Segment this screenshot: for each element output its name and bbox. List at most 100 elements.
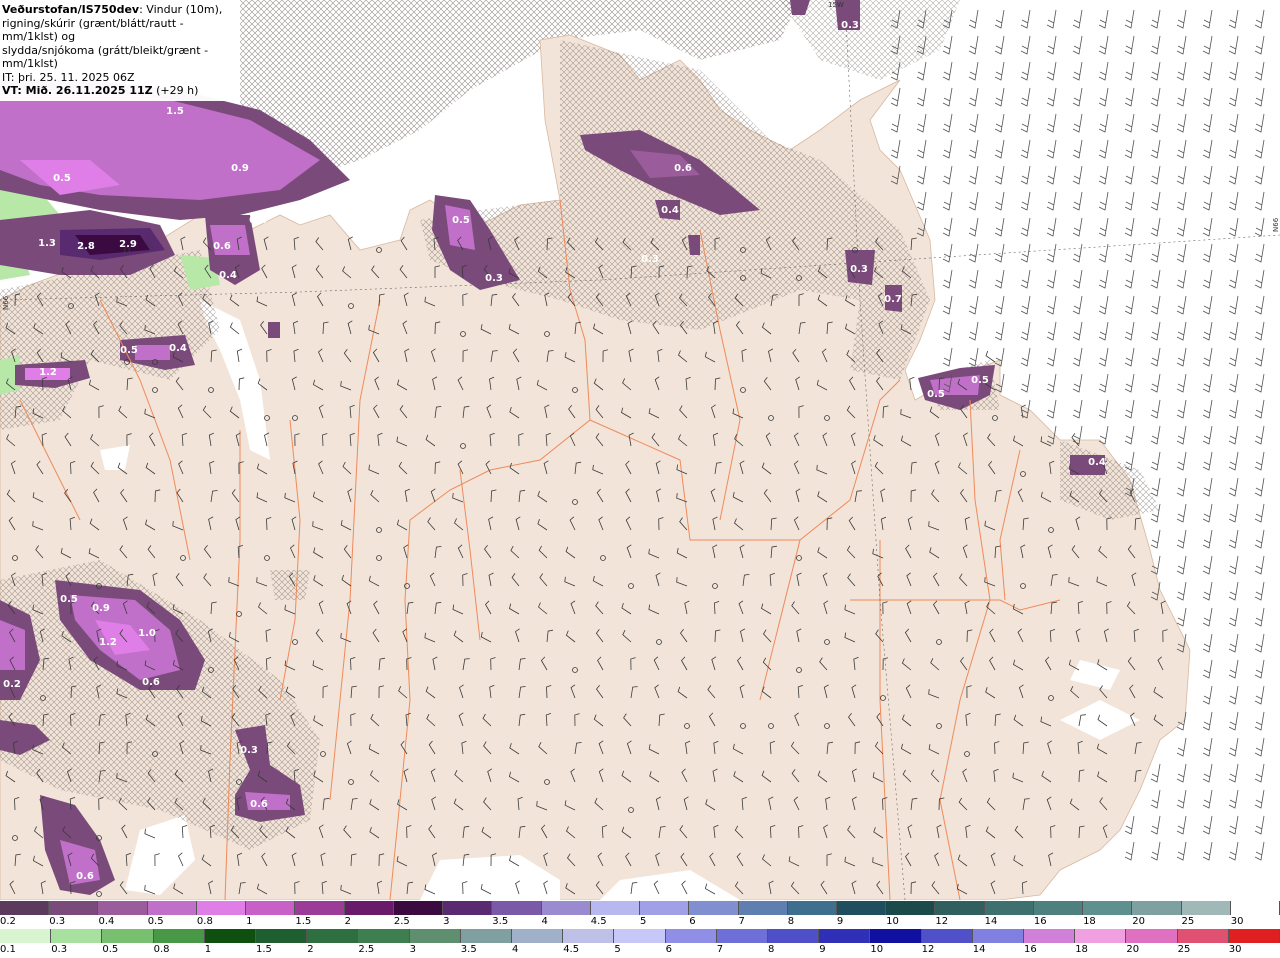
rain-swatch — [358, 929, 410, 943]
precip-value-label: 0.3 — [850, 264, 868, 275]
snow-swatch — [98, 901, 148, 915]
rain-tick: 18 — [1075, 944, 1088, 955]
snow-swatch — [393, 901, 444, 915]
snow-swatch — [295, 901, 345, 915]
rain-tick: 20 — [1126, 944, 1140, 955]
rain-swatch — [102, 929, 154, 943]
snow-tick: 14 — [984, 916, 998, 927]
rain-tick: 12 — [921, 944, 935, 955]
rain-tick: 1 — [204, 944, 212, 955]
precip-value-label: 0.9 — [231, 163, 249, 174]
snow-tick: 1.5 — [295, 916, 312, 927]
rain-tick: 2.5 — [358, 944, 375, 955]
snow-tick: 0.3 — [49, 916, 66, 927]
snow-swatch — [836, 901, 887, 915]
snow-swatch — [1033, 901, 1084, 915]
precip-value-label: 0.5 — [971, 375, 989, 386]
edge-label-left: N66 — [2, 295, 10, 310]
edge-label-top: 15W — [828, 1, 844, 9]
precip-value-label: 0.4 — [219, 270, 237, 281]
rain-swatch — [716, 929, 769, 943]
precip-value-label: 2.8 — [77, 241, 95, 252]
precip-value-label: 0.6 — [142, 677, 160, 688]
rain-tick: 14 — [972, 944, 986, 955]
snow-swatch — [1230, 901, 1280, 915]
precip-value-label: 0.4 — [1088, 457, 1106, 468]
map-header: Veðurstofan/IS750dev: Vindur (10m), rign… — [0, 0, 240, 101]
snow-swatch — [1083, 901, 1133, 915]
rain-swatch — [972, 929, 1025, 943]
rain-legend-bar — [0, 929, 1280, 943]
snow-tick: 9 — [836, 916, 844, 927]
snow-tick: 2.5 — [393, 916, 410, 927]
rain-legend-ticks: 0.1 0.3 0.5 0.8 1 1.5 2 2.5 3 3.5 4 4.5 5 6 7 8 9 10 12 14 1… — [0, 943, 1280, 956]
rain-swatch — [614, 929, 666, 943]
snow-swatch — [590, 901, 641, 915]
header-line3: slydda/snjókoma (grátt/bleikt/grænt - mm… — [2, 43, 209, 71]
precip-value-label: 0.3 — [641, 254, 659, 265]
snow-tick: 0.5 — [147, 916, 164, 927]
precip-value-label: 0.5 — [452, 215, 470, 226]
precip-value-label: 0.3 — [240, 745, 258, 756]
header-init-time: IT: þri. 25. 11. 2025 06Z — [2, 70, 135, 84]
rain-swatch — [0, 929, 52, 943]
rain-swatch — [1075, 929, 1127, 943]
snow-tick: 30 — [1230, 916, 1244, 927]
rain-tick: 0.3 — [51, 944, 68, 955]
rain-tick: 3 — [409, 944, 416, 955]
rain-swatch — [153, 929, 205, 943]
rain-swatch — [460, 929, 513, 943]
rain-tick: 0.8 — [153, 944, 170, 955]
precip-value-label: 0.5 — [120, 345, 138, 356]
snow-swatch — [1181, 901, 1231, 915]
rain-swatch — [1024, 929, 1076, 943]
precip-value-label: 0.3 — [485, 273, 503, 284]
snow-tick: 4.5 — [590, 916, 607, 927]
rain-tick: 5 — [614, 944, 621, 955]
rain-tick: 30 — [1228, 944, 1242, 955]
snow-swatch — [49, 901, 99, 915]
rain-tick: 1.5 — [256, 944, 272, 955]
snow-swatch — [1132, 901, 1182, 915]
precip-value-label: 1.0 — [138, 628, 156, 639]
precip-value-label: 1.3 — [38, 238, 56, 249]
snow-swatch — [492, 901, 542, 915]
precip-value-label: 0.6 — [674, 163, 692, 174]
snow-swatch — [984, 901, 1034, 915]
rain-swatch — [409, 929, 461, 943]
rain-swatch — [819, 929, 871, 943]
header-valid-time: VT: Mið. 26.11.2025 11Z — [2, 84, 153, 97]
rain-tick: 10 — [870, 944, 884, 955]
snow-tick: 0.2 — [0, 916, 16, 927]
precip-value-label: 2.9 — [119, 239, 137, 250]
rain-swatch — [512, 929, 564, 943]
snow-tick: 25 — [1181, 916, 1195, 927]
header-valid-offset: (+29 h) — [152, 84, 199, 97]
precip-value-label: 1.5 — [166, 106, 184, 117]
snow-swatch — [246, 901, 296, 915]
precip-value-label: 0.7 — [884, 294, 902, 305]
rain-tick: 25 — [1177, 944, 1191, 955]
precip-value-label: 0.2 — [3, 679, 21, 690]
precip-value-label: 1.2 — [99, 637, 117, 648]
precip-value-label: 0.9 — [92, 603, 110, 614]
header-title-rest: : Vindur (10m), — [139, 3, 223, 16]
snow-swatch — [787, 901, 837, 915]
precip-value-label: 0.3 — [841, 20, 859, 31]
rain-swatch — [1228, 929, 1280, 943]
snow-tick: 1 — [246, 916, 253, 927]
precip-value-label: 0.4 — [169, 343, 187, 354]
header-line2: rigning/skúrir (grænt/blátt/rautt - mm/1… — [2, 16, 184, 44]
rain-swatch — [870, 929, 922, 943]
precip-value-label: 0.6 — [213, 241, 231, 252]
precip-value-label: 0.5 — [60, 594, 78, 605]
snow-tick: 3 — [443, 916, 450, 927]
precip-value-label: 0.4 — [661, 205, 679, 216]
rain-tick: 8 — [768, 944, 775, 955]
snow-swatch — [640, 901, 690, 915]
rain-tick: 16 — [1024, 944, 1037, 955]
snow-swatch — [541, 901, 591, 915]
rain-swatch — [563, 929, 615, 943]
rain-tick: 3.5 — [460, 944, 477, 955]
snow-tick: 18 — [1083, 916, 1096, 927]
